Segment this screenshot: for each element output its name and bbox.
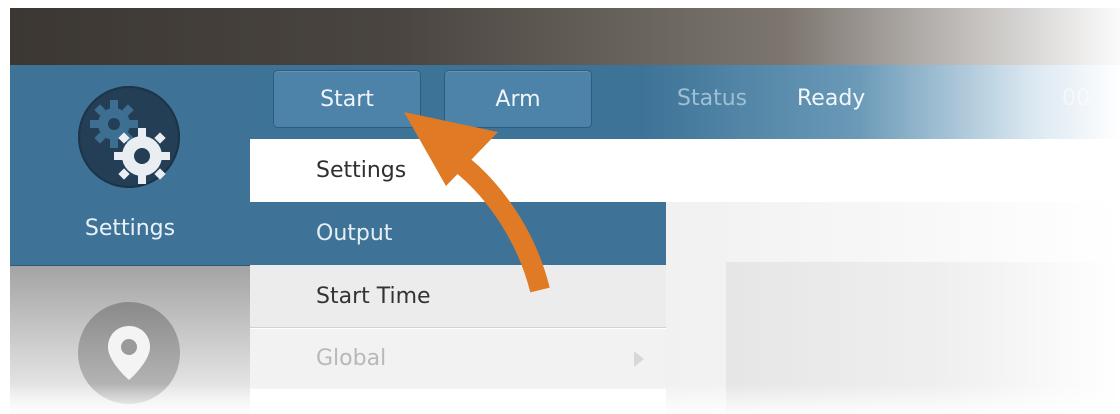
menu-item-label: Settings xyxy=(316,158,407,183)
menu-item-settings[interactable]: Settings xyxy=(250,139,1120,202)
sidebar-item-label: Settings xyxy=(84,216,176,241)
start-button[interactable]: Start xyxy=(273,70,421,128)
arm-button[interactable]: Arm xyxy=(444,70,592,128)
status-extra: 00 xyxy=(1062,86,1090,111)
map-pin-icon[interactable] xyxy=(78,302,180,404)
chevron-right-icon xyxy=(634,351,644,367)
content-panel xyxy=(726,262,1120,414)
status-label: Status xyxy=(677,86,748,111)
menu-item-label: Start Time xyxy=(316,284,431,309)
menu-item-output[interactable]: Output xyxy=(250,202,666,265)
gear-icon[interactable] xyxy=(78,86,180,188)
menu-item-start-time[interactable]: Start Time xyxy=(250,265,666,328)
menu-item-label: Output xyxy=(316,221,393,246)
menu-item-global[interactable]: Global xyxy=(250,329,666,389)
window-titlebar xyxy=(10,8,1120,65)
settings-menu: Settings Output Start Time Global xyxy=(250,139,1120,414)
status-value: Ready xyxy=(797,86,866,111)
menu-item-label: Global xyxy=(316,346,387,371)
